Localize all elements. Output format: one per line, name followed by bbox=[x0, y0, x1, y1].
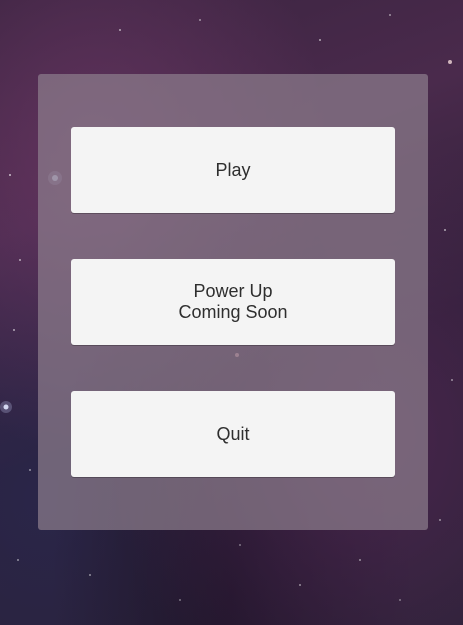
main-menu-panel: Play Power Up Coming Soon Quit bbox=[38, 74, 428, 530]
quit-button-label: Quit bbox=[216, 423, 250, 444]
play-button[interactable]: Play bbox=[71, 127, 395, 213]
play-button-label: Play bbox=[215, 159, 251, 180]
power-up-button-sublabel: Coming Soon bbox=[178, 302, 288, 322]
power-up-button-label: Power Up bbox=[193, 281, 273, 301]
power-up-button[interactable]: Power Up Coming Soon bbox=[71, 259, 395, 345]
quit-button[interactable]: Quit bbox=[71, 391, 395, 477]
